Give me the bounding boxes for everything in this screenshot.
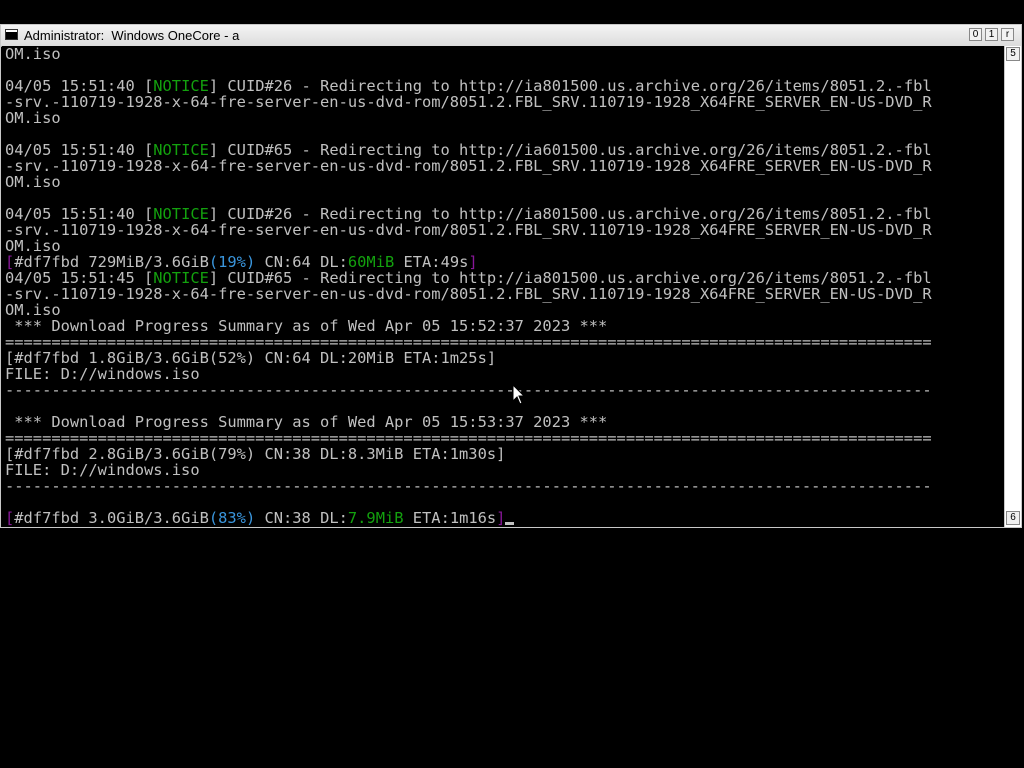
console-text-segment: [ — [5, 509, 15, 527]
title-bar[interactable]: Administrator: Windows OneCore - a 0 1 r — [1, 25, 1021, 47]
console-line: -srv.-110719-1928-x-64-fre-server-en-us-… — [5, 158, 932, 174]
console-window[interactable]: Administrator: Windows OneCore - a 0 1 r… — [0, 24, 1022, 528]
console-text-segment: OM.iso — [5, 109, 61, 127]
console-line: ----------------------------------------… — [5, 382, 932, 398]
console-text-segment: -srv.-110719-1928-x-64-fre-server-en-us-… — [5, 285, 932, 303]
console-line: *** Download Progress Summary as of Wed … — [5, 318, 607, 334]
console-text-segment: #df7fbd 3.0GiB/3.6GiB — [14, 509, 209, 527]
console-text-segment: CN:38 DL: — [255, 509, 348, 527]
console-line: [#df7fbd 2.8GiB/3.6GiB(79%) CN:38 DL:8.3… — [5, 446, 505, 462]
console-output[interactable]: OM.iso 04/05 15:51:40 [NOTICE] CUID#26 - … — [2, 46, 1004, 527]
console-line: OM.iso — [5, 302, 61, 318]
console-text-segment: OM.iso — [5, 173, 61, 191]
console-line: 04/05 15:51:40 [NOTICE] CUID#26 - Redire… — [5, 78, 932, 94]
console-text-segment: ETA:1m16s — [403, 509, 497, 527]
console-line: 04/05 15:51:40 [NOTICE] CUID#26 - Redire… — [5, 206, 932, 222]
console-text-segment: OM.iso — [5, 46, 61, 63]
console-line: ========================================… — [5, 334, 932, 350]
window-title: Administrator: Windows OneCore - a — [24, 28, 240, 43]
console-line: -srv.-110719-1928-x-64-fre-server-en-us-… — [5, 286, 932, 302]
maximize-button[interactable]: 1 — [985, 28, 998, 41]
scroll-down-button[interactable]: 6 — [1006, 511, 1020, 525]
console-line: -srv.-110719-1928-x-64-fre-server-en-us-… — [5, 94, 932, 110]
console-text-segment: -srv.-110719-1928-x-64-fre-server-en-us-… — [5, 157, 932, 175]
console-text-segment: -srv.-110719-1928-x-64-fre-server-en-us-… — [5, 221, 932, 239]
console-line: OM.iso — [5, 110, 61, 126]
console-text-segment: ----------------------------------------… — [5, 477, 932, 495]
console-text-segment: ----------------------------------------… — [5, 381, 932, 399]
close-button[interactable]: r — [1001, 28, 1014, 41]
console-app-icon[interactable] — [5, 29, 18, 40]
console-line: OM.iso — [5, 238, 61, 254]
console-line: OM.iso — [5, 174, 61, 190]
vertical-scrollbar[interactable]: 5 6 — [1004, 46, 1021, 527]
console-line: ========================================… — [5, 430, 932, 446]
console-line: [#df7fbd 1.8GiB/3.6GiB(52%) CN:64 DL:20M… — [5, 350, 496, 366]
console-line: ----------------------------------------… — [5, 478, 932, 494]
console-line: 04/05 15:51:40 [NOTICE] CUID#65 - Redire… — [5, 142, 932, 158]
console-line: -srv.-110719-1928-x-64-fre-server-en-us-… — [5, 222, 932, 238]
mouse-pointer-icon — [512, 384, 526, 405]
text-cursor — [505, 522, 515, 525]
console-line: OM.iso — [5, 46, 61, 62]
console-line: FILE: D://windows.iso — [5, 366, 200, 382]
console-text-segment: -srv.-110719-1928-x-64-fre-server-en-us-… — [5, 93, 932, 111]
minimize-button[interactable]: 0 — [969, 28, 982, 41]
console-line: [#df7fbd 3.0GiB/3.6GiB(83%) CN:38 DL:7.9… — [5, 509, 515, 527]
scroll-up-button[interactable]: 5 — [1006, 47, 1020, 61]
console-text-segment: (83%) — [208, 509, 256, 527]
console-line: [#df7fbd 729MiB/3.6GiB(19%) CN:64 DL:60M… — [5, 254, 478, 270]
console-line: FILE: D://windows.iso — [5, 462, 200, 478]
console-text-segment: ] — [496, 509, 506, 527]
console-line: 04/05 15:51:45 [NOTICE] CUID#65 - Redire… — [5, 270, 932, 286]
console-text-segment: 7.9MiB — [347, 509, 404, 527]
console-line: *** Download Progress Summary as of Wed … — [5, 414, 607, 430]
